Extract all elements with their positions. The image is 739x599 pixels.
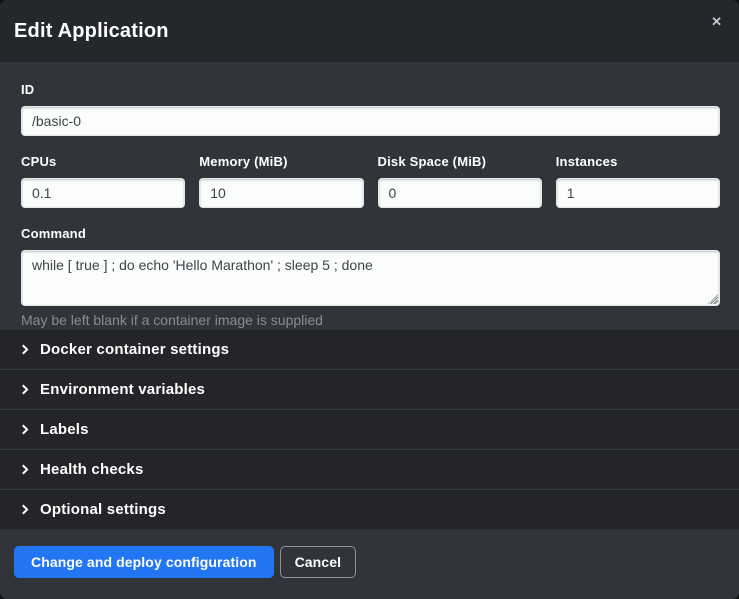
instances-field[interactable] [556,178,720,208]
id-form-group: ID [21,82,720,136]
section-label: Docker container settings [40,341,229,358]
disk-space-field[interactable] [378,178,542,208]
modal-footer: Change and deploy configuration Cancel [0,529,739,599]
disk-space-form-group: Disk Space (MiB) [378,154,542,208]
change-and-deploy-button[interactable]: Change and deploy configuration [14,546,274,578]
section-optional-settings[interactable]: Optional settings [0,490,739,529]
chevron-right-icon [19,345,29,355]
section-label: Environment variables [40,381,205,398]
section-labels[interactable]: Labels [0,410,739,450]
section-label: Optional settings [40,501,166,518]
cancel-button[interactable]: Cancel [280,546,357,578]
collapsible-sections: Docker container settings Environment va… [0,330,739,529]
resources-row: CPUs Memory (MiB) Disk Space (MiB) Insta… [21,154,720,208]
cpus-label: CPUs [21,154,185,170]
section-environment-variables[interactable]: Environment variables [0,370,739,410]
command-label: Command [21,226,720,242]
chevron-right-icon [19,505,29,515]
id-field[interactable] [21,106,720,136]
edit-application-modal: Edit Application ✕ ID CPUs Memory (MiB) … [0,0,739,599]
memory-field[interactable] [199,178,363,208]
cpus-field[interactable] [21,178,185,208]
instances-form-group: Instances [556,154,720,208]
section-label: Health checks [40,461,143,478]
application-form: ID CPUs Memory (MiB) Disk Space (MiB) In… [0,62,739,330]
cpus-form-group: CPUs [21,154,185,208]
chevron-right-icon [19,465,29,475]
chevron-right-icon [19,425,29,435]
command-help-text: May be left blank if a container image i… [21,312,720,328]
section-label: Labels [40,421,89,438]
memory-form-group: Memory (MiB) [199,154,363,208]
command-form-group: Command while [ true ] ; do echo 'Hello … [21,226,720,328]
modal-header: Edit Application ✕ [0,0,739,62]
section-health-checks[interactable]: Health checks [0,450,739,490]
disk-space-label: Disk Space (MiB) [378,154,542,170]
command-textarea[interactable]: while [ true ] ; do echo 'Hello Marathon… [21,250,720,306]
instances-label: Instances [556,154,720,170]
modal-title: Edit Application [14,20,169,43]
memory-label: Memory (MiB) [199,154,363,170]
section-docker-container-settings[interactable]: Docker container settings [0,330,739,370]
close-icon[interactable]: ✕ [708,12,725,31]
chevron-right-icon [19,385,29,395]
id-label: ID [21,82,720,98]
